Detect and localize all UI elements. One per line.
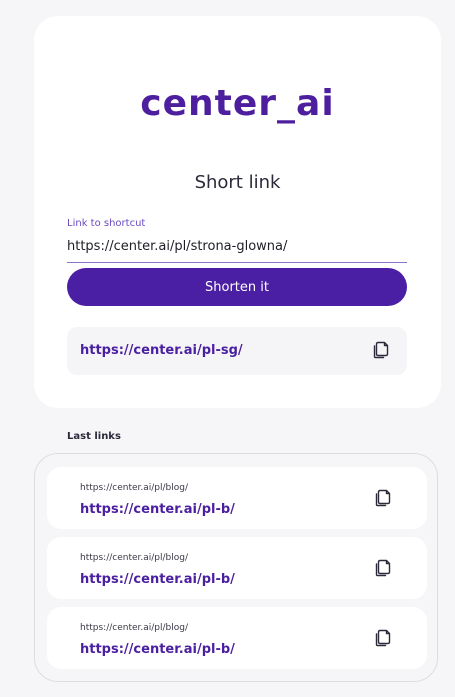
card-title: Short link (194, 172, 281, 193)
copy-icon[interactable] (375, 559, 391, 577)
last-links-label: Last links (67, 431, 121, 442)
shorten-button[interactable]: Shorten it (67, 268, 407, 306)
last-link-item: https://center.ai/pl/blog/ https://cente… (47, 607, 427, 669)
link-input[interactable] (67, 236, 407, 256)
short-link-result: https://center.ai/pl-sg/ (67, 327, 407, 375)
copy-icon[interactable] (375, 629, 391, 647)
last-link-item: https://center.ai/pl/blog/ https://cente… (47, 537, 427, 599)
last-link-original: https://center.ai/pl/blog/ (80, 483, 189, 493)
copy-icon[interactable] (373, 341, 389, 359)
last-link-original: https://center.ai/pl/blog/ (80, 623, 189, 633)
center-ai-logo: center_ai (34, 86, 441, 122)
copy-icon[interactable] (375, 489, 391, 507)
last-link-short[interactable]: https://center.ai/pl-b/ (80, 571, 235, 588)
link-field-label: Link to shortcut (67, 218, 146, 229)
short-link-result-link[interactable]: https://center.ai/pl-sg/ (80, 342, 243, 360)
last-link-short[interactable]: https://center.ai/pl-b/ (80, 501, 235, 518)
last-link-short[interactable]: https://center.ai/pl-b/ (80, 641, 235, 658)
last-link-item: https://center.ai/pl/blog/ https://cente… (47, 467, 427, 529)
link-field: Link to shortcut (67, 218, 407, 263)
last-link-original: https://center.ai/pl/blog/ (80, 553, 189, 563)
shortener-card: center_ai Short link Link to shortcut Sh… (34, 16, 441, 408)
last-links-panel: https://center.ai/pl/blog/ https://cente… (34, 453, 438, 682)
logo-text: center_ai (140, 83, 335, 124)
